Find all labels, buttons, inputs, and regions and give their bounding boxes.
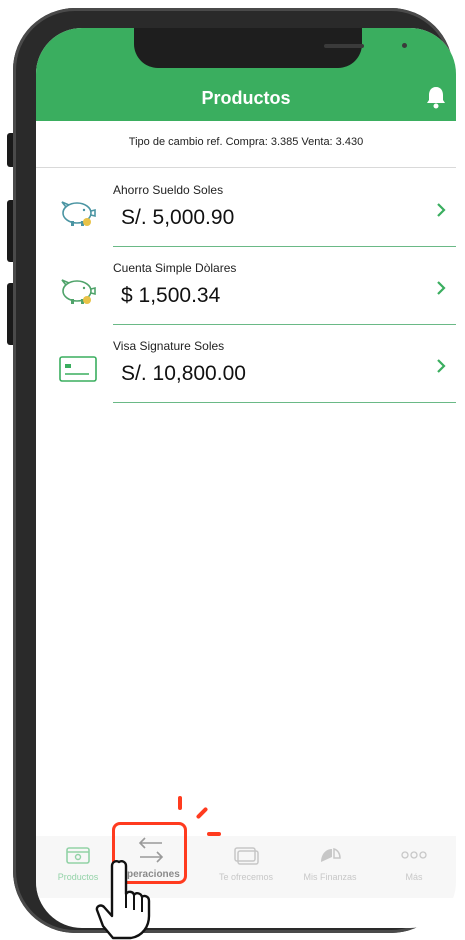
more-dots-icon xyxy=(401,851,427,859)
app-header: Productos xyxy=(36,28,456,121)
phone-frame: Productos Tipo de cambio ref. Compra: 3.… xyxy=(13,8,456,933)
product-item-ahorro-sueldo[interactable]: Ahorro Sueldo Soles S/. 5,000.90 xyxy=(36,169,456,247)
product-name: Ahorro Sueldo Soles xyxy=(113,183,224,197)
pointing-hand-icon xyxy=(95,860,151,940)
product-item-visa-signature[interactable]: Visa Signature Soles S/. 10,800.00 xyxy=(36,325,456,403)
tab-te-ofrecemos[interactable]: Te ofrecemos xyxy=(204,836,288,898)
wallet-icon xyxy=(66,847,90,864)
tab-label: Más xyxy=(405,872,423,882)
product-amount: S/. 10,800.00 xyxy=(121,362,246,385)
credit-card-icon xyxy=(59,356,97,382)
piggy-bank-icon xyxy=(61,279,96,304)
exchange-rate-text: Tipo de cambio ref. Compra: 3.385 Venta:… xyxy=(128,136,364,148)
bell-icon[interactable] xyxy=(425,85,447,109)
speaker-grille xyxy=(324,44,364,48)
page-title: Productos xyxy=(201,88,291,108)
chevron-right-icon xyxy=(437,203,446,217)
divider xyxy=(113,401,456,403)
chart-icon xyxy=(321,848,341,862)
tab-label: Te ofrecemos xyxy=(218,872,274,882)
product-name: Visa Signature Soles xyxy=(113,339,225,353)
product-amount: S/. 5,000.90 xyxy=(121,206,235,229)
tab-label: Mis Finanzas xyxy=(303,872,357,882)
exchange-rate-bar: Tipo de cambio ref. Compra: 3.385 Venta:… xyxy=(36,121,456,168)
tap-spark xyxy=(207,832,221,836)
tab-mas[interactable]: Más xyxy=(372,836,456,898)
phone-screen: Productos Tipo de cambio ref. Compra: 3.… xyxy=(36,28,456,928)
product-amount: $ 1,500.34 xyxy=(121,284,221,307)
product-item-cuenta-simple[interactable]: Cuenta Simple Dòlares $ 1,500.34 xyxy=(36,247,456,325)
tab-mis-finanzas[interactable]: Mis Finanzas xyxy=(288,836,372,898)
card-offer-icon xyxy=(234,847,259,865)
phone-notch xyxy=(134,28,407,68)
tap-spark xyxy=(178,796,182,810)
product-name: Cuenta Simple Dòlares xyxy=(113,261,237,275)
piggy-bank-icon xyxy=(61,201,96,226)
front-camera xyxy=(402,43,407,48)
chevron-right-icon xyxy=(437,359,446,373)
chevron-right-icon xyxy=(437,281,446,295)
